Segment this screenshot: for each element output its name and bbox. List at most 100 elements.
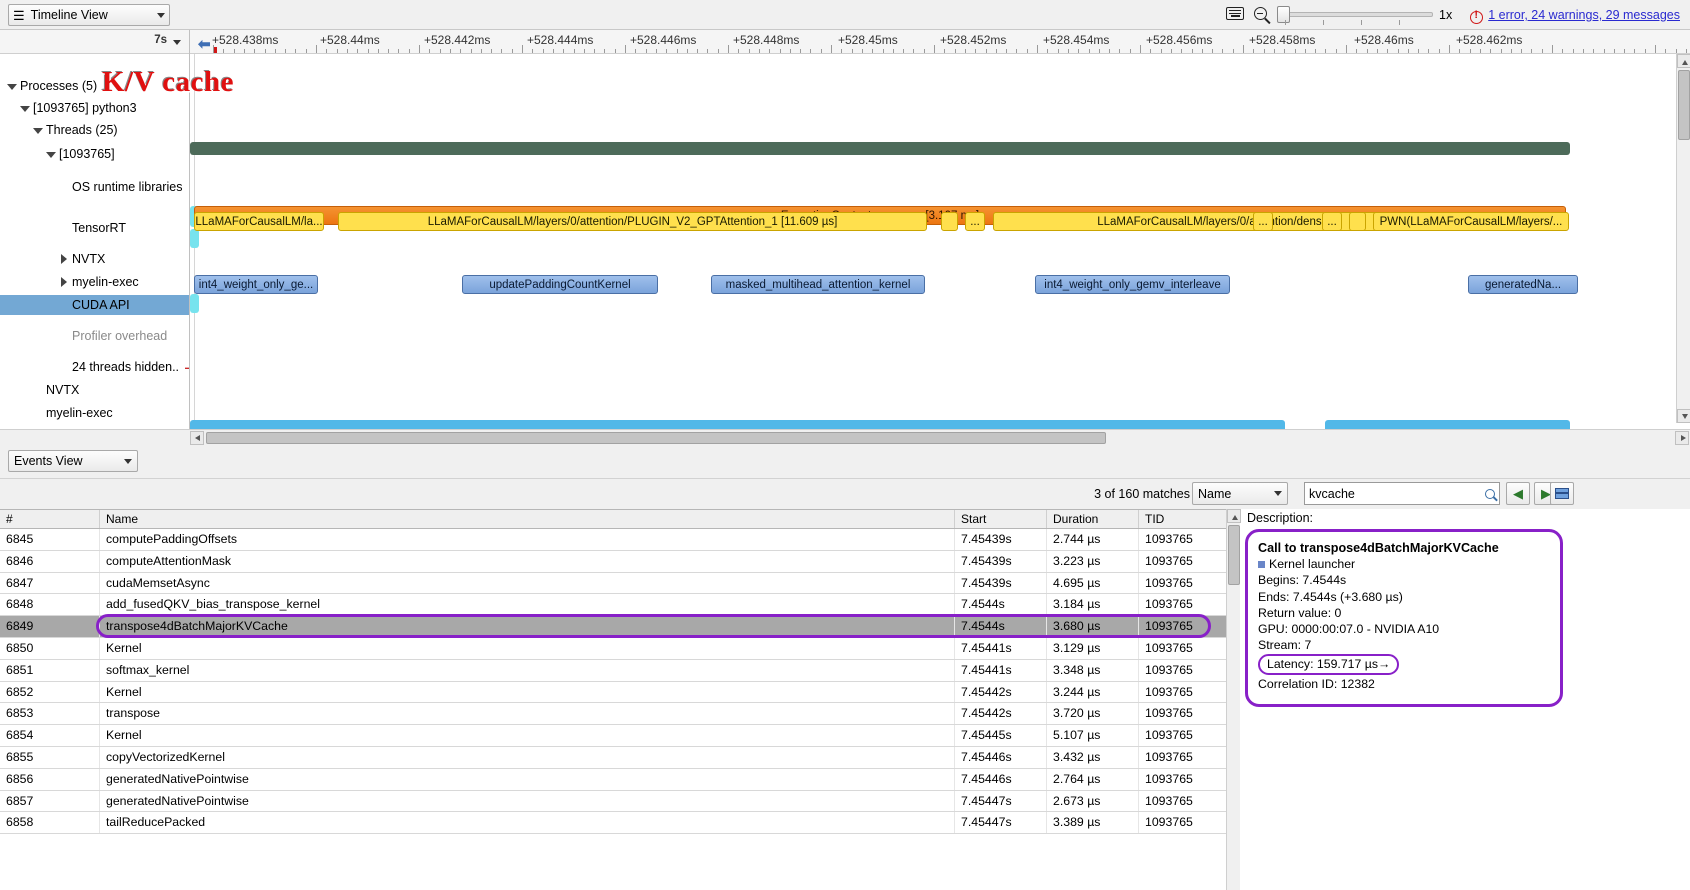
ruler-tick (748, 49, 750, 53)
table-row[interactable]: 6851 softmax_kernel 7.45441s 3.348 µs 109376… (0, 659, 1240, 682)
table-row[interactable]: 6853 transpose 7.45442s 3.720 µs 1093765 (0, 703, 1240, 726)
nvtx-layer-bar[interactable] (1349, 212, 1366, 231)
column-chooser-button[interactable] (1550, 482, 1574, 505)
nvtx-layer-bar[interactable]: ... (965, 212, 985, 231)
nvtx-layer-bar[interactable]: PWN(LLaMAForCausalLM/layers/... (1373, 212, 1569, 231)
tree-item-os-runtime-libraries[interactable]: OS runtime libraries (0, 177, 189, 197)
events-table-header: # Name Start Duration TID (0, 509, 1240, 529)
timeline-vertical-scrollbar[interactable] (1676, 54, 1690, 423)
search-input[interactable]: kvcache (1304, 482, 1500, 505)
scroll-up-arrow[interactable] (1227, 509, 1241, 523)
events-search-row: 3 of 160 matches Name kvcache ◀ ▶ (0, 479, 1690, 509)
tree-item-myelin-exec[interactable]: myelin-exec (0, 272, 189, 292)
scroll-down-arrow[interactable] (1677, 409, 1690, 423)
messages-link[interactable]: 1 error, 24 warnings, 29 messages (1488, 8, 1680, 22)
zoom-out-icon[interactable] (1254, 7, 1268, 23)
vertical-scroll-thumb[interactable] (1678, 70, 1690, 140)
timeline-horizontal-scrollbar[interactable] (0, 429, 1690, 445)
tree-item-nvtx[interactable]: NVTX (0, 380, 189, 400)
column-header-tid[interactable]: TID (1139, 510, 1240, 528)
scroll-left-arrow[interactable] (190, 431, 204, 445)
table-vertical-scrollbar[interactable] (1226, 509, 1241, 890)
description-title: Call to transpose4dBatchMajorKVCache (1258, 541, 1499, 555)
zoom-slider[interactable] (1277, 5, 1434, 25)
cuda-api-call-bar[interactable]: int4_weight_only_ge... (194, 275, 318, 294)
table-row[interactable]: 6855 copyVectorizedKernel 7.45446s 3.432 µs… (0, 746, 1240, 769)
twisty-right-icon[interactable] (58, 253, 70, 265)
timeline-zoom-span-cell[interactable]: 7s (0, 30, 189, 54)
table-row[interactable]: 6846 computeAttentionMask 7.45439s 3.223 µs… (0, 550, 1240, 573)
tree-item-threads-25[interactable]: Threads (25) (0, 120, 189, 140)
cuda-api-call-bar[interactable]: int4_weight_only_gemv_interleave (1035, 275, 1230, 294)
tree-item-1093765[interactable]: [1093765] (0, 144, 189, 164)
os-runtime-track-bar[interactable] (190, 142, 1570, 155)
twisty-down-icon[interactable] (6, 80, 18, 92)
nsight-systems-window: ☰ Timeline View 1x 1 error, 24 warnings,… (0, 0, 1690, 890)
ruler-tick (223, 49, 225, 53)
lane-start-marker-2[interactable] (190, 294, 199, 313)
tree-item-profiler-overhead[interactable]: Profiler overhead (0, 326, 189, 346)
tree-item-nvtx[interactable]: NVTX (0, 249, 189, 269)
twisty-down-icon[interactable] (19, 102, 31, 114)
tree-item-myelin-exec[interactable]: myelin-exec (0, 403, 189, 423)
horizontal-scroll-thumb[interactable] (206, 432, 1106, 444)
tree-item-processes-5[interactable]: Processes (5) (0, 76, 189, 96)
row-duration: 3.223 µs (1047, 550, 1139, 572)
scroll-right-arrow[interactable] (1675, 431, 1689, 445)
ruler-tick (583, 49, 585, 53)
twisty-right-icon[interactable] (58, 276, 70, 288)
ruler-tick (511, 49, 513, 53)
tree-item-tensorrt[interactable]: TensorRT (0, 218, 189, 238)
tree-item-1093765-python3[interactable]: [1093765] python3 (0, 98, 189, 118)
table-row[interactable]: 6847 cudaMemsetAsync 7.45439s 4.695 µs 10937… (0, 572, 1240, 595)
table-row[interactable]: 6849 transpose4dBatchMajorKVCache 7.4544s 3… (0, 616, 1240, 638)
table-row[interactable]: 6856 generatedNativePointwise 7.45446s 2.76… (0, 768, 1240, 791)
row-name: add_fusedQKV_bias_transpose_kernel (100, 594, 955, 616)
column-header-number[interactable]: # (0, 510, 100, 528)
row-number: 6857 (0, 790, 100, 812)
back-arrow-icon[interactable]: ⬅ (198, 35, 211, 53)
scroll-up-arrow[interactable] (1677, 54, 1690, 68)
lane-start-marker-1[interactable] (190, 229, 199, 248)
ruler-tick-label: +528.454ms (1043, 33, 1110, 47)
twisty-down-icon[interactable] (32, 124, 44, 136)
table-row[interactable]: 6854 Kernel 7.45445s 5.107 µs 1093765 (0, 725, 1240, 747)
vertical-scroll-thumb[interactable] (1228, 525, 1240, 585)
ruler-tick (1613, 49, 1615, 53)
chevron-down-icon (1274, 491, 1282, 496)
table-row[interactable]: 6852 Kernel 7.45442s 3.244 µs 1093765 (0, 681, 1240, 704)
timeline-ruler[interactable]: ⬅ +528.438ms +528.44ms +528.442ms +528.444m… (190, 30, 1690, 54)
table-row[interactable]: 6845 computePaddingOffsets 7.45439s 2.744 µ… (0, 529, 1240, 551)
nvtx-layer-bar[interactable] (941, 212, 958, 231)
table-row[interactable]: 6850 Kernel 7.45441s 3.129 µs 1093765 (0, 637, 1240, 660)
events-view-selector[interactable]: Events View (8, 450, 138, 472)
row-tid: 1093765 (1139, 681, 1240, 703)
tree-item-24-threads-hidden[interactable]: 24 threads hidden..—+ (0, 357, 189, 377)
cuda-api-call-bar[interactable]: updatePaddingCountKernel (462, 275, 658, 294)
messages-group[interactable]: 1 error, 24 warnings, 29 messages (1470, 8, 1680, 24)
nvtx-layer-bar[interactable]: ... (1253, 212, 1273, 231)
ruler-tick (625, 45, 626, 53)
tree-item-cuda-api[interactable]: CUDA API (0, 295, 189, 315)
column-header-name[interactable]: Name (100, 510, 955, 528)
table-row[interactable]: 6857 generatedNativePointwise 7.45447s 2.67… (0, 790, 1240, 813)
search-icon[interactable] (1485, 488, 1495, 499)
twisty-down-icon[interactable] (45, 148, 57, 160)
nvtx-layer-bar[interactable]: LLaMAForCausalLM/la... (194, 212, 324, 231)
filter-column-selector[interactable]: Name (1192, 482, 1288, 505)
row-tid: 1093765 (1139, 594, 1240, 616)
table-row[interactable]: 6858 tailReducePacked 7.45447s 3.389 µs 1093… (0, 812, 1240, 835)
column-header-start[interactable]: Start (955, 510, 1047, 528)
column-header-duration[interactable]: Duration (1047, 510, 1139, 528)
nvtx-layer-bar[interactable]: ... (1322, 212, 1342, 231)
timeline-view-selector[interactable]: ☰ Timeline View (8, 4, 170, 26)
cuda-api-call-bar[interactable]: generatedNa... (1468, 275, 1578, 294)
nvtx-layer-bar[interactable]: LLaMAForCausalLM/layers/0/attention/PLUG… (338, 212, 927, 231)
keyboard-icon[interactable] (1226, 7, 1245, 23)
chevron-down-icon[interactable] (173, 40, 181, 45)
prev-match-button[interactable]: ◀ (1506, 482, 1530, 505)
description-panel: Description: Call to transpose4dBatchMaj… (1245, 509, 1690, 890)
search-input-value: kvcache (1309, 486, 1355, 501)
cuda-api-call-bar[interactable]: masked_multihead_attention_kernel (711, 275, 925, 294)
table-row[interactable]: 6848 add_fusedQKV_bias_transpose_kernel 7.… (0, 594, 1240, 617)
